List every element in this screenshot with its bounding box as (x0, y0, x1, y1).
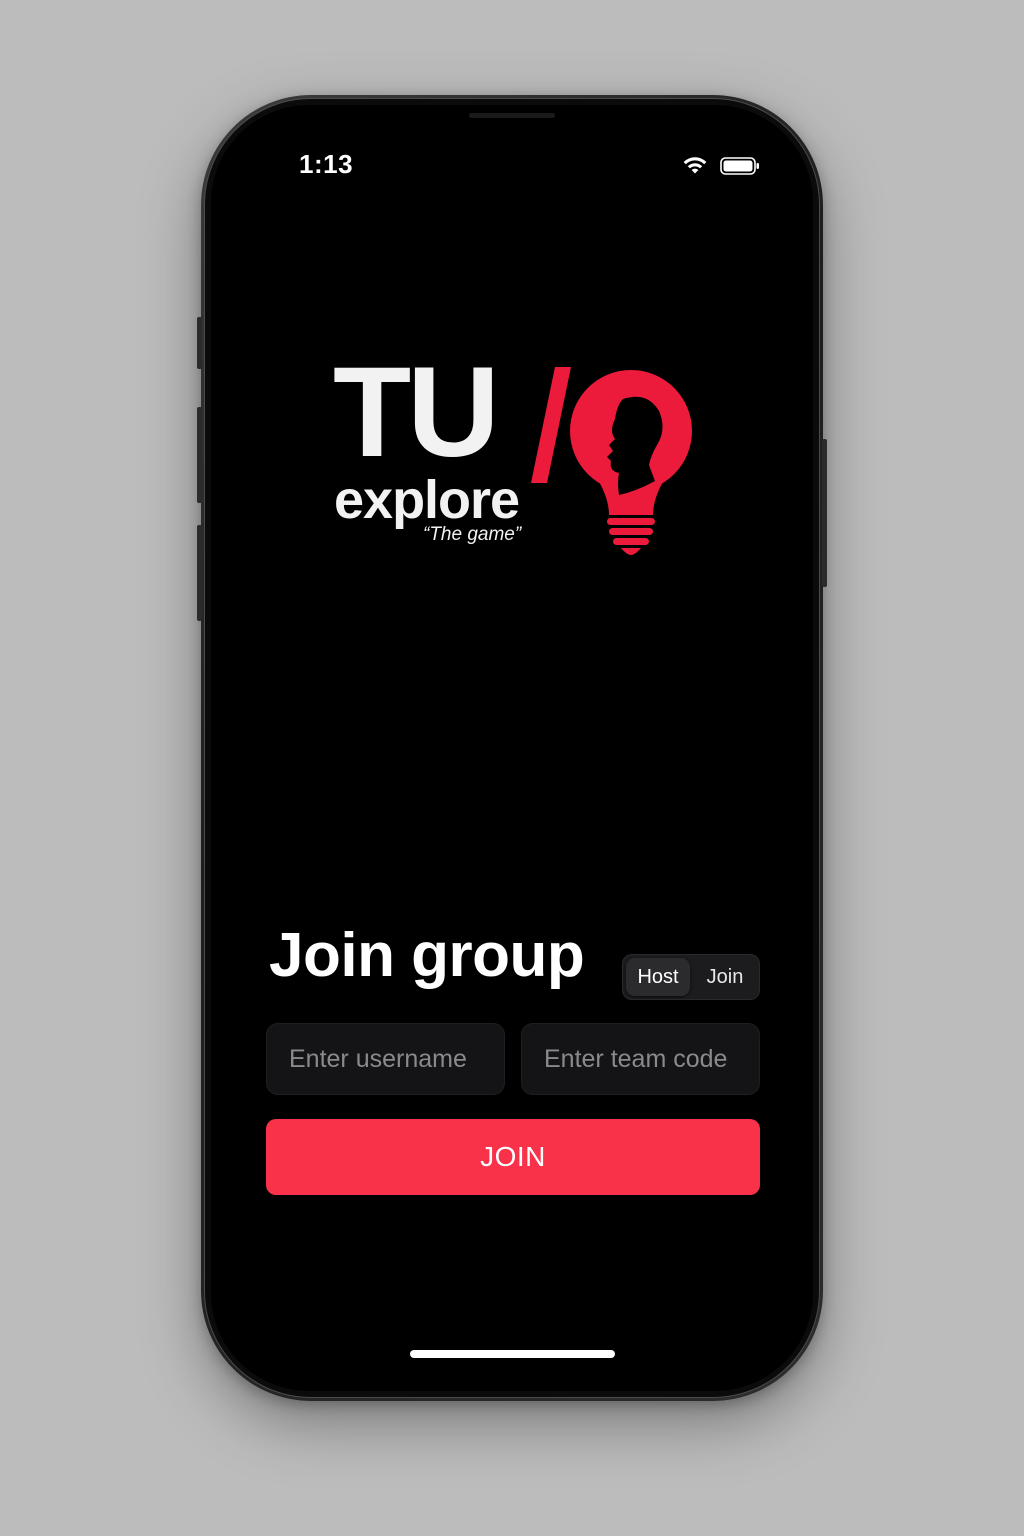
segment-host[interactable]: Host (626, 958, 690, 996)
volume-up-button (197, 407, 202, 503)
username-input[interactable] (266, 1023, 505, 1095)
logo-tagline: “The game” (423, 524, 522, 545)
logo-wordmark-explore: explore (334, 470, 520, 530)
volume-down-button (197, 525, 202, 621)
phone-screen: 1:13 TU explore “The game” Join group Ho… (211, 105, 813, 1391)
silent-switch (197, 317, 202, 369)
logo-wordmark-tu: TU (333, 341, 500, 484)
lightbulb-head-icon (531, 367, 692, 555)
wifi-icon (683, 157, 707, 174)
segment-join[interactable]: Join (693, 958, 757, 996)
battery-icon (720, 157, 759, 175)
host-join-segmented-control: Host Join (622, 954, 760, 1000)
team-code-input[interactable] (521, 1023, 760, 1095)
app-logo: TU explore “The game” (331, 349, 701, 565)
home-indicator[interactable] (410, 1350, 615, 1358)
page-title: Join group (269, 921, 585, 990)
join-button[interactable]: JOIN (266, 1119, 760, 1195)
earpiece-speaker (469, 113, 555, 118)
status-time: 1:13 (299, 149, 354, 179)
power-button (822, 439, 827, 587)
